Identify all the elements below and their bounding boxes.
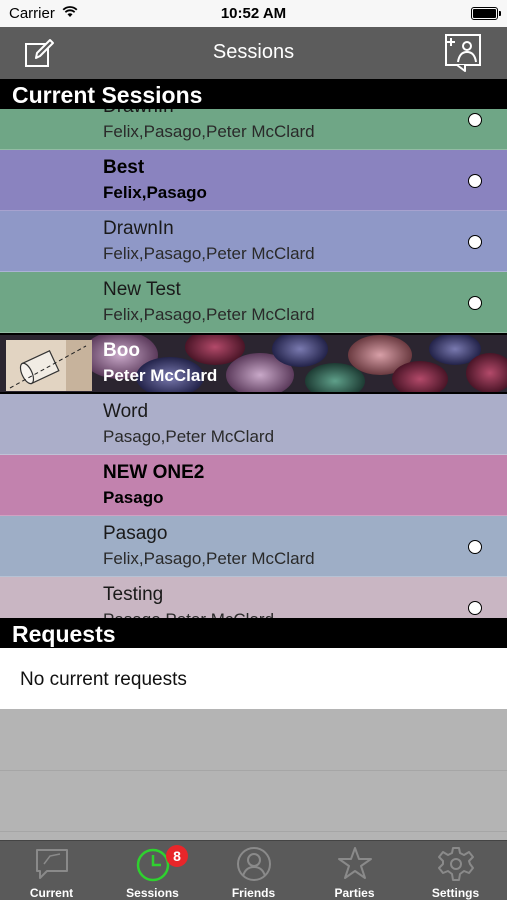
chat-bubble-icon xyxy=(36,849,68,879)
session-radio[interactable] xyxy=(468,174,482,188)
gear-icon xyxy=(438,847,474,881)
session-members: Felix,Pasago,Peter McClard xyxy=(103,244,315,263)
tab-label: Friends xyxy=(231,886,276,900)
row-divider xyxy=(0,770,507,771)
session-name: New Test xyxy=(103,279,181,300)
session-radio[interactable] xyxy=(468,601,482,615)
requests-header: Requests xyxy=(0,618,507,648)
session-radio[interactable] xyxy=(468,113,482,127)
status-bar: Carrier 10:52 AM xyxy=(0,0,507,27)
session-members: Felix,Pasago xyxy=(103,183,207,202)
session-members: Pasago xyxy=(103,488,164,507)
session-members: Felix,Pasago,Peter McClard xyxy=(103,549,315,568)
row-divider xyxy=(0,831,507,832)
clock-time: 10:52 AM xyxy=(220,5,287,22)
nav-bar: Sessions xyxy=(0,27,507,79)
session-row-boo[interactable]: Boo Peter McClard xyxy=(0,333,507,394)
sessions-badge: 8 xyxy=(166,845,188,867)
session-background-photo xyxy=(0,333,507,394)
session-radio[interactable] xyxy=(468,235,482,249)
session-row-testing[interactable]: Testing Pasago,Peter McClard xyxy=(0,577,507,618)
session-thumbnail xyxy=(6,340,92,391)
battery-icon xyxy=(471,7,501,20)
session-members: Felix,Pasago,Peter McClard xyxy=(103,122,315,141)
session-name: NEW ONE2 xyxy=(103,462,205,483)
session-row-new-test[interactable]: New Test Felix,Pasago,Peter McClard xyxy=(0,272,507,333)
tab-parties[interactable]: Parties xyxy=(304,841,405,900)
tab-label: Current xyxy=(29,886,74,900)
session-name: Word xyxy=(103,401,149,422)
star-icon xyxy=(338,847,372,879)
session-members: Peter McClard xyxy=(103,366,218,385)
session-row-word[interactable]: Word Pasago,Peter McClard xyxy=(0,394,507,455)
session-name: DrawnIn xyxy=(103,109,174,118)
no-requests-text: No current requests xyxy=(20,669,187,690)
tab-sessions[interactable]: 8 Sessions xyxy=(102,841,203,900)
session-row-best[interactable]: Best Felix,Pasago xyxy=(0,150,507,211)
sessions-list[interactable]: DrawnIn Felix,Pasago,Peter McClard Best … xyxy=(0,109,507,618)
session-radio[interactable] xyxy=(468,296,482,310)
session-members: Pasago,Peter McClard xyxy=(103,427,275,446)
session-row-pasago[interactable]: Pasago Felix,Pasago,Peter McClard xyxy=(0,516,507,577)
session-row-new-one2[interactable]: NEW ONE2 Pasago xyxy=(0,455,507,516)
requests-list: No current requests xyxy=(0,648,507,709)
tab-settings[interactable]: Settings xyxy=(405,841,506,900)
session-name: Best xyxy=(103,157,145,178)
add-photo-icon[interactable] xyxy=(443,32,485,72)
session-radio[interactable] xyxy=(468,540,482,554)
session-row-drawnin-partial[interactable]: DrawnIn Felix,Pasago,Peter McClard xyxy=(0,109,507,150)
page-title: Sessions xyxy=(212,41,295,63)
empty-list-area xyxy=(0,709,507,840)
session-name: Pasago xyxy=(103,523,168,544)
tab-current[interactable]: Current xyxy=(1,841,102,900)
tab-label: Sessions xyxy=(126,886,179,900)
tab-label: Settings xyxy=(431,886,480,900)
tab-label: Parties xyxy=(334,886,375,900)
session-members: Felix,Pasago,Peter McClard xyxy=(103,305,315,324)
session-name: Boo xyxy=(103,340,140,361)
tab-bar: Current 8 Sessions Friends Parties Setti… xyxy=(0,840,507,900)
session-row-drawnin[interactable]: DrawnIn Felix,Pasago,Peter McClard xyxy=(0,211,507,272)
session-name: DrawnIn xyxy=(103,218,174,239)
tab-friends[interactable]: Friends xyxy=(203,841,304,900)
session-name: Testing xyxy=(103,584,164,605)
person-icon xyxy=(237,847,271,881)
session-members: Pasago,Peter McClard xyxy=(103,610,274,618)
current-sessions-header: Current Sessions xyxy=(0,79,507,109)
